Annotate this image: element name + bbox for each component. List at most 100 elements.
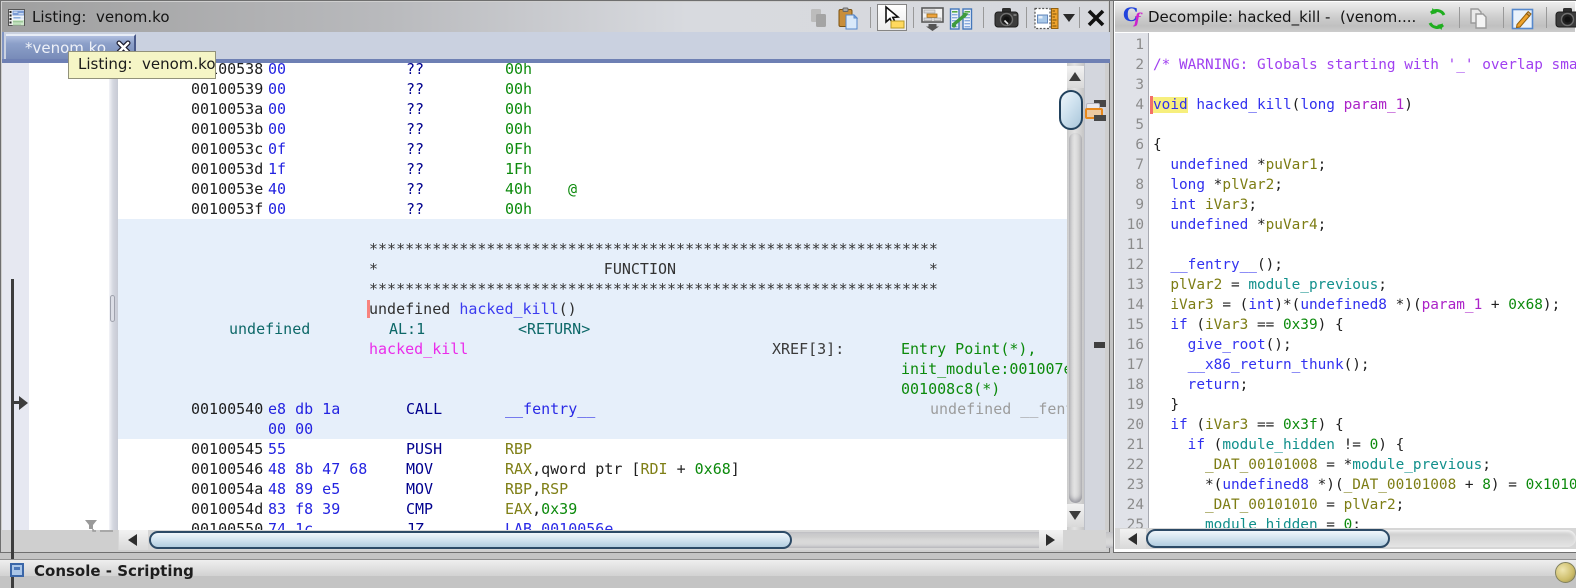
scroll-up-button[interactable] [1067,66,1084,88]
decompiler-token: { [1153,137,1162,153]
scrollbar-track[interactable] [1069,133,1082,503]
console-panel-titlebar[interactable]: Console - Scripting [0,559,1576,576]
divider-grip[interactable] [110,295,115,322]
listing-row[interactable]: undefined hacked_kill() [118,299,1067,319]
decompiler-horizontal-scrollbar[interactable] [1115,528,1576,549]
decompiler-line[interactable]: give_root(); [1153,335,1576,355]
scrollbar-thumb[interactable] [1059,90,1083,130]
listing-token: ?? [406,199,424,219]
decompiler-token: (); [1266,337,1292,353]
listing-token: ?? [406,79,424,99]
decompiler-line[interactable]: void hacked_kill(long param_1) [1153,95,1576,115]
listing-row[interactable]: 0010053e40??40h@ [118,179,1067,199]
listing-row[interactable]: 0010053900??00h [118,79,1067,99]
listing-content[interactable]: 0010053800??00h0010053900??00h0010053a00… [118,63,1067,530]
scroll-left-button[interactable] [1120,529,1146,549]
listing-row[interactable]: 0010053b00??00h [118,119,1067,139]
expand-blocks-icon[interactable] [921,7,943,29]
scroll-down-button[interactable] [1067,504,1084,527]
decompiler-token: long [1170,177,1205,193]
decompiler-token: if [1170,417,1187,433]
scroll-right-button[interactable] [1039,530,1063,550]
scrollbar-thumb[interactable] [1146,529,1390,548]
copy-icon[interactable] [1467,7,1489,29]
listing-row[interactable]: 0010054a48 89 e5MOVRBP,RSP [118,479,1067,499]
decompiler-line[interactable]: iVar3 = (int)*(undefined8 *)(param_1 + 0… [1153,295,1576,315]
diff-view-icon[interactable] [949,7,971,29]
decompiler-line[interactable]: if (iVar3 == 0x39) { [1153,315,1576,335]
decompiler-token: if [1188,437,1205,453]
listing-row[interactable]: 0010054555PUSHRBP [118,439,1067,459]
listing-row[interactable]: 0010055074 1cJZLAB_0010056e [118,519,1067,530]
decompiler-line[interactable] [1153,75,1576,95]
listing-row[interactable]: 0010053d1f??1Fh [118,159,1067,179]
decompiler-token: plVar2 [1170,277,1222,293]
snapshot-camera-icon[interactable] [1555,7,1576,29]
listing-row[interactable]: undefinedAL:1<RETURN> [118,319,1067,339]
listing-row[interactable]: 001008c8(*) [118,379,1067,399]
decompiler-line[interactable]: _DAT_00101008 = *module_previous; [1153,455,1576,475]
decompiler-line[interactable]: __x86_return_thunk(); [1153,355,1576,375]
decompiler-line[interactable]: undefined *puVar4; [1153,215,1576,235]
listing-vertical-scrollbar[interactable] [1067,63,1084,530]
decompiler-line[interactable] [1153,115,1576,135]
listing-row[interactable]: hacked_killXREF[3]:Entry Point(*), [118,339,1067,359]
listing-row[interactable]: 0010053800??00h [118,63,1067,79]
decompiler-token: module_previous [1248,277,1378,293]
decompiler-line[interactable]: { [1153,135,1576,155]
decompiler-line[interactable]: } [1153,395,1576,415]
close-icon[interactable] [1085,7,1107,29]
decompiler-line[interactable]: int iVar3; [1153,195,1576,215]
snapshot-camera-icon[interactable] [994,7,1016,29]
edit-icon[interactable] [1511,7,1533,29]
cursor-location-button[interactable] [877,4,907,31]
console-status-icon[interactable] [1555,562,1576,583]
listing-token: 00h [505,119,532,139]
listing-row[interactable]: 0010053c0f??0Fh [118,139,1067,159]
decompiler-line[interactable] [1153,35,1576,55]
dropdown-arrow-icon[interactable] [1063,14,1075,22]
decompiler-line[interactable]: module_hidden = 0; [1153,515,1576,528]
margin-display-icon[interactable] [1034,7,1056,29]
listing-row[interactable]: ****************************************… [118,239,1067,259]
listing-row[interactable]: 0010053f00??00h [118,199,1067,219]
decompiler-line[interactable]: long *plVar2; [1153,175,1576,195]
decompiler-line[interactable]: *(undefined8 *)(_DAT_00101008 + 8) = 0x1… [1153,475,1576,495]
listing-horizontal-scrollbar[interactable] [118,530,1106,550]
listing-row[interactable]: 0010053a00??00h [118,99,1067,119]
decompiler-line[interactable]: undefined *puVar1; [1153,155,1576,175]
listing-row[interactable]: 00100540e8 db 1aCALL__fentry__undefined … [118,399,1067,419]
listing-row[interactable]: ****************************************… [118,279,1067,299]
decompiler-line[interactable] [1153,235,1576,255]
decompiler-token: != [1335,437,1370,453]
listing-row[interactable]: 0010054648 8b 47 68MOVRAX,qword ptr [RDI… [118,459,1067,479]
listing-margin-divider[interactable] [109,63,118,530]
listing-row[interactable]: init_module:001007e [118,359,1067,379]
scrollbar-thumb[interactable] [149,531,792,549]
listing-row[interactable]: 0010054d83 f8 39CMPEAX,0x39 [118,499,1067,519]
decompiler-token: ( [1205,437,1222,453]
copy-icon[interactable] [808,7,830,29]
listing-row[interactable]: 00 00 [118,419,1067,439]
scroll-left-button[interactable] [119,530,148,550]
decompiler-token [1153,217,1170,233]
decompiler-line[interactable]: return; [1153,375,1576,395]
decompiler-line[interactable]: plVar2 = module_previous; [1153,275,1576,295]
decompiler-token [1153,377,1188,393]
decompiler-line[interactable]: __fentry__(); [1153,255,1576,275]
decompiler-line[interactable]: if (module_hidden != 0) { [1153,435,1576,455]
decompiler-line[interactable]: if (iVar3 == 0x3f) { [1153,415,1576,435]
listing-token: AL:1 [389,319,425,339]
listing-titlebar[interactable]: Listing: venom.ko [2,2,1108,32]
decompiler-titlebar[interactable]: C f Decompile: hacked_kill - (venom.... [1115,2,1575,32]
cursor-position-marker[interactable] [1094,342,1105,348]
decompiler-line[interactable]: _DAT_00101010 = plVar2; [1153,495,1576,515]
listing-row[interactable]: * FUNCTION * [118,259,1067,279]
decompiler-token: if [1170,317,1187,333]
paste-icon[interactable] [836,7,858,29]
decompiler-line[interactable]: /* WARNING: Globals starting with '_' ov… [1153,55,1576,75]
decompiler-code[interactable]: /* WARNING: Globals starting with '_' ov… [1149,33,1576,528]
decompiler-token: ; [1248,197,1257,213]
refresh-icon[interactable] [1425,7,1447,29]
navigation-marker[interactable] [1094,115,1106,121]
